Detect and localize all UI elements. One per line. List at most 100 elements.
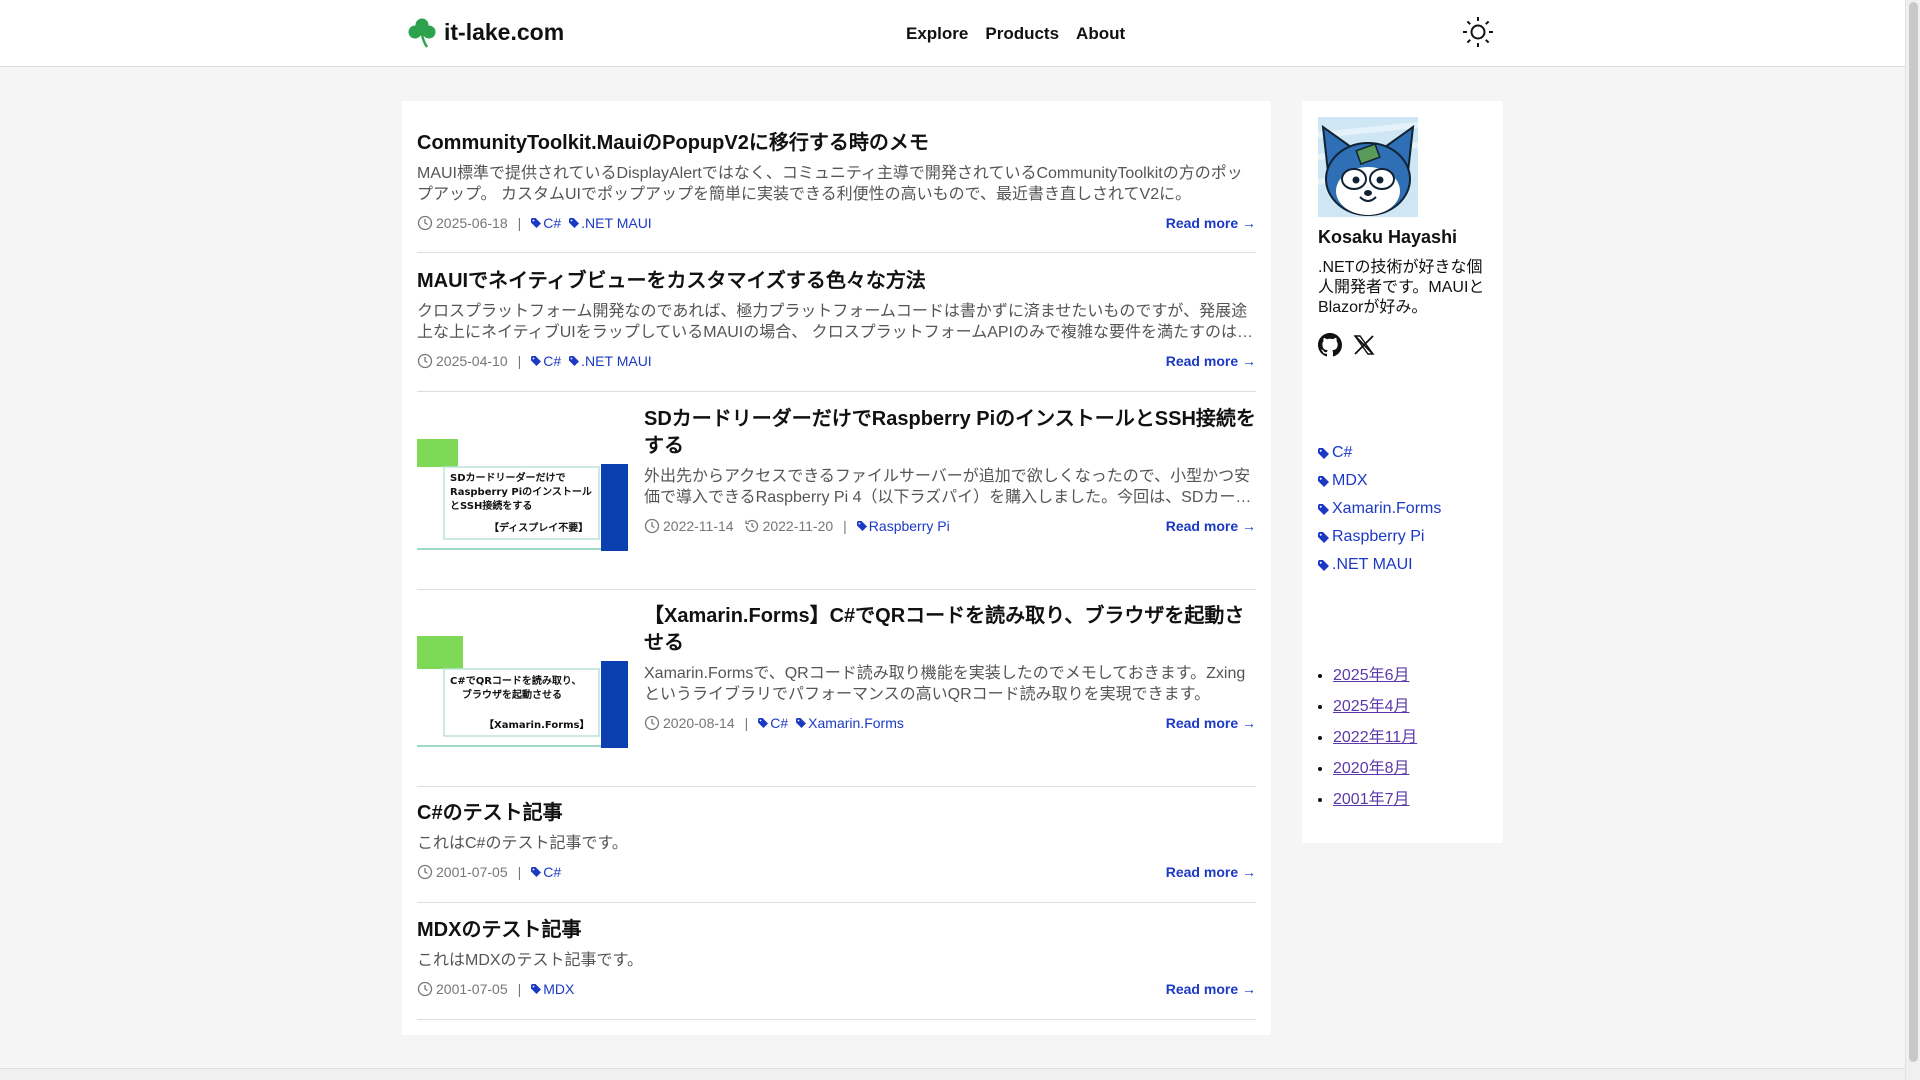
post-meta: 2001-07-05 | MDX Read more → bbox=[417, 979, 1256, 999]
post-title-link[interactable]: C#のテスト記事 bbox=[417, 800, 1256, 827]
vertical-scrollbar[interactable] bbox=[1905, 0, 1920, 1080]
tag-icon bbox=[531, 218, 542, 228]
post-tag-link[interactable]: .NET MAUI bbox=[569, 215, 652, 231]
archive-link[interactable]: 2001年7月 bbox=[1333, 791, 1410, 808]
thumb-text: 【Xamarin.Forms】 bbox=[484, 718, 590, 731]
sidebar-tag-label: C# bbox=[1332, 444, 1353, 461]
post-title-link[interactable]: 【Xamarin.Forms】C#でQRコードを読み取り、ブラウザを起動させる bbox=[644, 603, 1256, 657]
tag-icon bbox=[1318, 559, 1329, 571]
post-body: SDカードリーダーだけでRaspberry PiのインストールとSSH接続をする… bbox=[644, 406, 1256, 536]
post-tag-link[interactable]: C# bbox=[531, 864, 561, 880]
x-link[interactable] bbox=[1352, 333, 1376, 362]
read-more-link[interactable]: Read more → bbox=[1166, 353, 1256, 369]
post-tag-link[interactable]: Xamarin.Forms bbox=[796, 715, 904, 731]
sidebar-tag-link[interactable]: Raspberry Pi bbox=[1318, 523, 1441, 551]
read-more-link[interactable]: Read more → bbox=[1166, 981, 1256, 997]
post-tag-label: .NET MAUI bbox=[581, 215, 652, 231]
post-thumbnail[interactable]: SDカードリーダーだけで Raspberry Piのインストール とSSH接続を… bbox=[417, 439, 628, 551]
archive-list: 2025年6月 2025年4月 2022年11月 2020年8月 2001年7月 bbox=[1333, 661, 1417, 816]
post-tag-label: C# bbox=[543, 353, 562, 369]
post-title-link[interactable]: MDXのテスト記事 bbox=[417, 917, 1256, 944]
site-logo-link[interactable]: it-lake.com bbox=[406, 16, 564, 48]
post-date: 2001-07-05 bbox=[436, 864, 508, 880]
archive-link[interactable]: 2022年11月 bbox=[1333, 729, 1417, 746]
post-list: CommunityToolkit.MauiのPopupV2に移行する時のメモ M… bbox=[402, 101, 1271, 1035]
thumb-text: C#でQRコードを読み取り、 bbox=[450, 674, 582, 687]
author-bio: .NETの技術が好きな個人開発者です。MAUIとBlazorが好み。 bbox=[1318, 259, 1485, 316]
meta-separator: | bbox=[517, 215, 522, 231]
author-avatar bbox=[1318, 117, 1418, 217]
tag-icon bbox=[1318, 503, 1329, 515]
sidebar-tag-link[interactable]: .NET MAUI bbox=[1318, 551, 1441, 579]
post-tag-label: C# bbox=[770, 715, 789, 731]
meta-separator: | bbox=[517, 981, 522, 997]
read-more-link[interactable]: Read more → bbox=[1166, 715, 1256, 731]
tag-icon bbox=[569, 356, 580, 366]
post-title-link[interactable]: CommunityToolkit.MauiのPopupV2に移行する時のメモ bbox=[417, 130, 1256, 157]
x-icon bbox=[1353, 335, 1375, 355]
clock-icon bbox=[417, 864, 433, 880]
clock-icon bbox=[644, 518, 660, 534]
tag-icon bbox=[758, 718, 769, 728]
post-tag-label: C# bbox=[543, 864, 562, 880]
read-more-link[interactable]: Read more → bbox=[1166, 215, 1256, 231]
archive-link[interactable]: 2025年4月 bbox=[1333, 698, 1410, 715]
archive-link[interactable]: 2020年8月 bbox=[1333, 760, 1410, 777]
post-item: MAUIでネイティブビューをカスタマイズする色々な方法 クロスプラットフォーム開… bbox=[417, 268, 1256, 392]
updated-icon bbox=[744, 519, 758, 533]
thumb-text: ブラウザを起動させる bbox=[462, 688, 562, 701]
nav-about[interactable]: About bbox=[1076, 24, 1125, 44]
tag-icon bbox=[1318, 447, 1329, 459]
sidebar-tag-link[interactable]: Xamarin.Forms bbox=[1318, 495, 1441, 523]
archive-link[interactable]: 2025年6月 bbox=[1333, 667, 1410, 684]
meta-separator: | bbox=[744, 715, 749, 731]
post-meta: 2022-11-14 2022-11-20 | Raspberry Pi Rea… bbox=[644, 516, 1256, 536]
github-link[interactable] bbox=[1318, 333, 1342, 362]
post-tag-label: .NET MAUI bbox=[581, 353, 652, 369]
post-item: C#でQRコードを読み取り、 ブラウザを起動させる 【Xamarin.Forms… bbox=[417, 603, 1256, 787]
tag-icon bbox=[569, 218, 580, 228]
post-tag-link[interactable]: .NET MAUI bbox=[569, 353, 652, 369]
post-title-link[interactable]: SDカードリーダーだけでRaspberry PiのインストールとSSH接続をする bbox=[644, 406, 1256, 460]
post-item: CommunityToolkit.MauiのPopupV2に移行する時のメモ M… bbox=[417, 130, 1256, 253]
meta-separator: | bbox=[517, 864, 522, 880]
post-thumbnail[interactable]: C#でQRコードを読み取り、 ブラウザを起動させる 【Xamarin.Forms… bbox=[417, 636, 628, 748]
nav-explore[interactable]: Explore bbox=[906, 24, 968, 44]
post-tag-link[interactable]: C# bbox=[531, 215, 561, 231]
sidebar-tag-link[interactable]: C# bbox=[1318, 439, 1441, 467]
post-date: 2001-07-05 bbox=[436, 981, 508, 997]
post-tag-link[interactable]: Raspberry Pi bbox=[856, 518, 950, 534]
post-tag-link[interactable]: C# bbox=[758, 715, 788, 731]
post-title-link[interactable]: MAUIでネイティブビューをカスタマイズする色々な方法 bbox=[417, 268, 1256, 295]
post-tag-label: Raspberry Pi bbox=[868, 518, 950, 534]
theme-toggle-button[interactable] bbox=[1462, 16, 1494, 48]
post-meta: 2025-06-18 | C# .NET MAUI Read more → bbox=[417, 213, 1256, 233]
sidebar-tag-label: Xamarin.Forms bbox=[1332, 500, 1442, 517]
clover-icon bbox=[408, 18, 436, 48]
archive-item: 2001年7月 bbox=[1333, 785, 1417, 816]
post-summary: Xamarin.Formsで、QRコード読み取り機能を実装したのでメモしておきま… bbox=[644, 665, 1246, 703]
post-summary: MAUI標準で提供されているDisplayAlertではなく、コミュニティ主導で… bbox=[417, 165, 1243, 203]
post-summary: これはC#のテスト記事です。 bbox=[417, 835, 628, 852]
thumb-text: SDカードリーダーだけで bbox=[450, 471, 566, 484]
read-more-link[interactable]: Read more → bbox=[1166, 518, 1256, 534]
sidebar-tag-link[interactable]: MDX bbox=[1318, 467, 1441, 495]
post-tag-link[interactable]: MDX bbox=[531, 981, 574, 997]
post-date: 2025-04-10 bbox=[436, 353, 508, 369]
read-more-link[interactable]: Read more → bbox=[1166, 864, 1256, 880]
archive-item: 2022年11月 bbox=[1333, 723, 1417, 754]
main-nav: Explore Products About bbox=[906, 24, 1125, 44]
thumb-text: Raspberry Piのインストール bbox=[450, 486, 592, 498]
post-meta: 2025-04-10 | C# .NET MAUI Read more → bbox=[417, 351, 1256, 371]
post-tag-label: C# bbox=[543, 215, 562, 231]
post-item: MDXのテスト記事 これはMDXのテスト記事です。 2001-07-05 | M… bbox=[417, 917, 1256, 1020]
nav-products[interactable]: Products bbox=[985, 24, 1059, 44]
post-tag-link[interactable]: C# bbox=[531, 353, 561, 369]
archive-item: 2020年8月 bbox=[1333, 754, 1417, 785]
scrollbar-thumb[interactable] bbox=[1909, 2, 1918, 1062]
site-header: it-lake.com Explore Products About bbox=[0, 0, 1905, 67]
post-meta: 2001-07-05 | C# Read more → bbox=[417, 862, 1256, 882]
clock-icon bbox=[644, 715, 660, 731]
horizontal-scrollbar[interactable] bbox=[0, 1068, 1905, 1080]
post-date: 2025-06-18 bbox=[436, 215, 508, 231]
